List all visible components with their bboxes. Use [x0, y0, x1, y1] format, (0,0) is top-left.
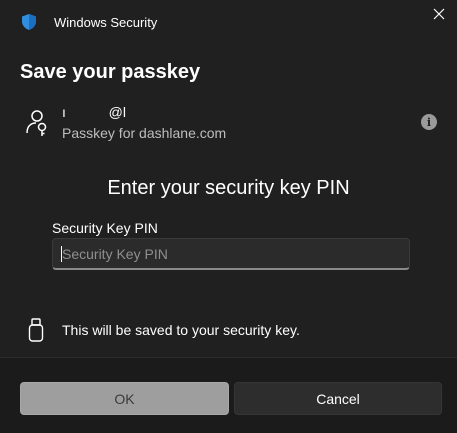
ok-button[interactable]: OK: [20, 382, 229, 415]
cancel-button[interactable]: Cancel: [234, 382, 442, 415]
app-title: Windows Security: [54, 15, 158, 30]
close-icon: [433, 7, 445, 25]
text-caret: [61, 246, 62, 262]
account-row: ı @l Passkey for dashlane.com i: [20, 104, 437, 144]
person-key-icon: [24, 109, 50, 137]
dialog-footer: OK Cancel: [0, 357, 457, 433]
usb-key-icon: [28, 318, 44, 342]
title-bar: Windows Security: [0, 0, 457, 46]
close-button[interactable]: [427, 4, 451, 28]
dialog-heading: Save your passkey: [20, 61, 201, 83]
security-key-pin-input[interactable]: [52, 238, 410, 270]
pin-field-label: Security Key PIN: [52, 220, 158, 236]
account-username: ı @l: [62, 104, 126, 120]
pin-heading: Enter your security key PIN: [107, 177, 350, 199]
passkey-site-label: Passkey for dashlane.com: [62, 125, 227, 141]
save-note-text: This will be saved to your security key.: [62, 322, 300, 338]
save-note: This will be saved to your security key.: [28, 318, 437, 344]
info-icon[interactable]: i: [421, 114, 437, 130]
windows-security-dialog: Windows Security Save your passkey ı @l …: [0, 0, 457, 433]
shield-icon: [20, 13, 38, 31]
